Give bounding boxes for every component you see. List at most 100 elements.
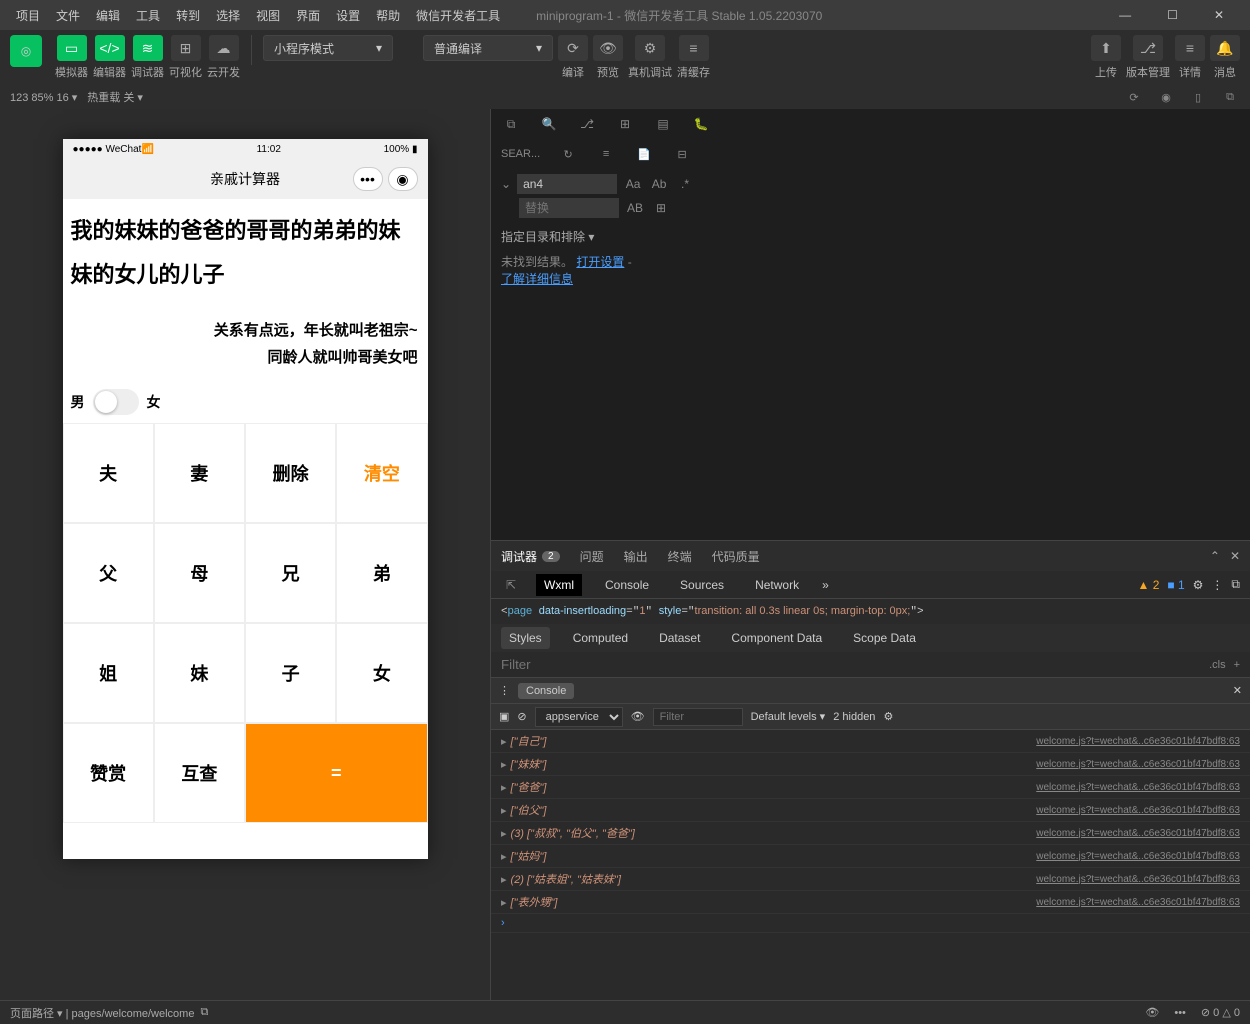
ext-icon[interactable]: ⊞ — [615, 114, 635, 134]
tab-problems[interactable]: 问题 — [580, 548, 604, 565]
key-older-brother[interactable]: 兄 — [245, 523, 336, 623]
chevron-down-icon[interactable]: ⌄ — [501, 177, 511, 191]
newfile-icon[interactable]: 📄 — [634, 144, 654, 164]
add-icon[interactable]: + — [1234, 659, 1240, 671]
eye-icon[interactable]: 👁 — [1145, 1006, 1159, 1019]
compile-button[interactable]: ⟳ — [558, 35, 588, 61]
levels-dropdown[interactable]: Default levels ▾ — [751, 710, 826, 723]
case-icon[interactable]: Aa — [623, 174, 643, 194]
menu-item[interactable]: 界面 — [288, 7, 328, 24]
warnings-badge[interactable]: ▲ 2 — [1137, 578, 1159, 592]
key-older-sister[interactable]: 姐 — [63, 623, 154, 723]
inspect-icon[interactable]: ⇱ — [501, 575, 521, 595]
tab-styles[interactable]: Styles — [501, 627, 550, 649]
menu-item[interactable]: 设置 — [328, 7, 368, 24]
key-reward[interactable]: 赞赏 — [63, 723, 154, 823]
popout-icon[interactable]: ⧉ — [1231, 577, 1240, 592]
record-icon[interactable]: ◉ — [1156, 87, 1176, 107]
wxml-view[interactable]: <page data-insertloading="1" style="tran… — [491, 599, 1250, 624]
menu-item[interactable]: 文件 — [48, 7, 88, 24]
editor-button[interactable]: </> — [95, 35, 125, 61]
copy-icon[interactable]: ⧉ — [200, 1006, 208, 1019]
errors-count[interactable]: ⊘ 0 △ 0 — [1201, 1006, 1240, 1019]
stop-icon[interactable]: ▣ — [499, 710, 509, 723]
search-input[interactable] — [517, 174, 617, 194]
minimize-icon[interactable]: — — [1111, 8, 1139, 22]
exclude-label[interactable]: 指定目录和排除 ▾ — [501, 228, 1240, 245]
compile-dropdown[interactable]: 普通编译▾ — [423, 35, 553, 61]
list-icon[interactable]: ≡ — [596, 144, 616, 164]
maximize-icon[interactable]: ☐ — [1159, 8, 1186, 22]
preview-button[interactable]: 👁 — [593, 35, 623, 61]
page-path[interactable]: 页面路径 ▾ | pages/welcome/welcome — [10, 1005, 194, 1021]
menu-item[interactable]: 编辑 — [88, 7, 128, 24]
messages-button[interactable]: 🔔 — [1210, 35, 1240, 61]
menu-item[interactable]: 帮助 — [368, 7, 408, 24]
key-mother[interactable]: 母 — [154, 523, 245, 623]
upload-button[interactable]: ⬆ — [1091, 35, 1121, 61]
more-icon[interactable]: ⋮ — [499, 684, 510, 697]
tab-component-data[interactable]: Component Data — [723, 627, 830, 649]
menu-item[interactable]: 项目 — [8, 7, 48, 24]
menu-dots-icon[interactable]: ••• — [353, 167, 383, 191]
tab-computed[interactable]: Computed — [565, 627, 636, 649]
tab-console[interactable]: Console — [597, 574, 657, 596]
tab-network[interactable]: Network — [747, 574, 807, 596]
remote-debug-button[interactable]: ⚙ — [635, 35, 665, 61]
bug-icon[interactable]: 🐛 — [691, 114, 711, 134]
open-settings-link[interactable]: 打开设置 — [576, 255, 624, 269]
console-tab[interactable]: Console — [518, 683, 574, 699]
key-younger-sister[interactable]: 妹 — [154, 623, 245, 723]
learn-more-link[interactable]: 了解详细信息 — [501, 272, 573, 286]
tab-dataset[interactable]: Dataset — [651, 627, 708, 649]
key-daughter[interactable]: 女 — [336, 623, 427, 723]
preserve-case-icon[interactable]: AB — [625, 198, 645, 218]
menu-item[interactable]: 视图 — [248, 7, 288, 24]
hidden-count[interactable]: 2 hidden — [833, 711, 875, 723]
tab-terminal[interactable]: 终端 — [668, 548, 692, 565]
close-icon[interactable]: ✕ — [1206, 8, 1232, 22]
tab-output[interactable]: 输出 — [624, 548, 648, 565]
key-equals[interactable]: = — [245, 723, 428, 823]
hot-reload[interactable]: 热重载 关 ▾ — [87, 89, 143, 105]
simulator-button[interactable]: ▭ — [57, 35, 87, 61]
more-icon[interactable]: ⋮ — [1211, 578, 1223, 592]
styles-filter-input[interactable] — [501, 657, 1209, 672]
cloud-button[interactable]: ☁ — [209, 35, 239, 61]
copy-icon[interactable]: ⧉ — [1220, 87, 1240, 107]
db-icon[interactable]: ▤ — [653, 114, 673, 134]
refresh-icon[interactable]: ⟳ — [1124, 87, 1144, 107]
refresh-icon[interactable]: ↻ — [558, 144, 578, 164]
clear-icon[interactable]: ⊘ — [517, 710, 526, 723]
tab-wxml[interactable]: Wxml — [536, 574, 582, 596]
key-younger-brother[interactable]: 弟 — [336, 523, 427, 623]
console-filter-input[interactable] — [653, 708, 743, 726]
tab-quality[interactable]: 代码质量 — [712, 548, 760, 565]
gear-icon[interactable]: ⚙ — [1193, 578, 1204, 592]
mode-dropdown[interactable]: 小程序模式▾ — [263, 35, 393, 61]
console-log[interactable]: ▸["自己"]welcome.js?t=wechat&..c6e36c01bf4… — [491, 730, 1250, 1000]
menu-item[interactable]: 选择 — [208, 7, 248, 24]
menu-item[interactable]: 微信开发者工具 — [408, 7, 508, 24]
chevron-up-icon[interactable]: ⌃ — [1210, 549, 1220, 563]
search-icon[interactable]: 🔍 — [539, 114, 559, 134]
more-tabs-icon[interactable]: » — [822, 578, 829, 592]
eye-icon[interactable]: 👁 — [631, 710, 645, 723]
context-select[interactable]: appservice — [535, 707, 623, 727]
clear-cache-button[interactable]: ≡ — [679, 35, 709, 61]
tab-sources[interactable]: Sources — [672, 574, 732, 596]
info-badge[interactable]: ■ 1 — [1167, 578, 1184, 592]
gender-switch[interactable] — [93, 389, 139, 415]
tab-scope-data[interactable]: Scope Data — [845, 627, 924, 649]
more-icon[interactable]: ••• — [1174, 1007, 1186, 1019]
replace-input[interactable] — [519, 198, 619, 218]
version-button[interactable]: ⎇ — [1133, 35, 1163, 61]
target-icon[interactable]: ◉ — [388, 167, 418, 191]
menu-item[interactable]: 转到 — [168, 7, 208, 24]
collapse-icon[interactable]: ⊟ — [672, 144, 692, 164]
key-son[interactable]: 子 — [245, 623, 336, 723]
menu-item[interactable]: 工具 — [128, 7, 168, 24]
regex-icon[interactable]: .* — [675, 174, 695, 194]
files-icon[interactable]: ⧉ — [501, 114, 521, 134]
tab-debugger[interactable]: 调试器2 — [501, 548, 560, 565]
